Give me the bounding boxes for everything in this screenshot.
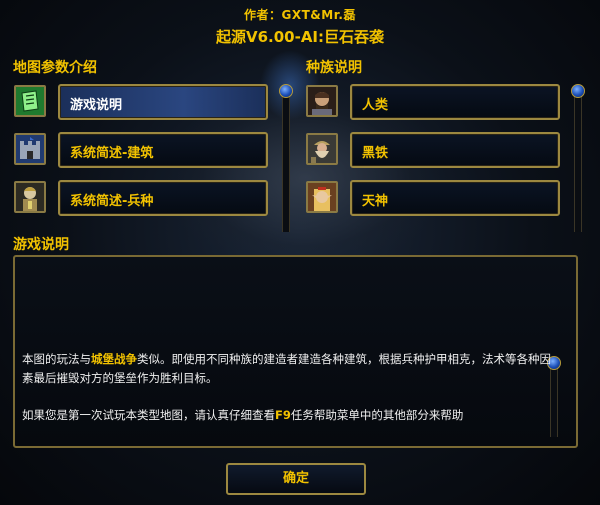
right-panel-title: 种族说明 <box>306 60 362 76</box>
race-item-label: 人类 <box>362 98 389 113</box>
menu-item-units[interactable]: 系统简述-兵种 <box>58 180 268 216</box>
menu-item-label: 系统简述-建筑 <box>70 146 154 161</box>
dwarf-icon <box>306 133 338 165</box>
race-item-dark-iron[interactable]: 黑铁 <box>350 132 560 168</box>
left-panel-title: 地图参数介绍 <box>13 60 97 76</box>
ok-button[interactable]: 确定 <box>226 463 366 495</box>
description-paragraph-1: 本图的玩法与城堡战争类似。即使用不同种族的建造者建造各种建筑，根据兵种护甲相克，… <box>22 352 551 385</box>
race-item-label: 天神 <box>362 194 389 209</box>
race-item-deity[interactable]: 天神 <box>350 180 560 216</box>
map-title: 起源V6.00-AI:巨石吞袭 <box>215 28 385 46</box>
elf-icon <box>306 181 338 213</box>
human-hero-icon <box>306 85 338 117</box>
menu-item-buildings[interactable]: 系统简述-建筑 <box>58 132 268 168</box>
castle-icon <box>14 133 46 165</box>
castle-war-highlight: 城堡战争 <box>91 352 137 366</box>
race-item-human[interactable]: 人类 <box>350 84 560 120</box>
description-title: 游戏说明 <box>13 237 69 253</box>
description-paragraph-2: 如果您是第一次试玩本类型地图，请认真仔细查看F9任务帮助菜单中的其他部分来帮助 <box>22 408 464 422</box>
menu-item-label: 游戏说明 <box>70 98 123 113</box>
description-text: 本图的玩法与城堡战争类似。即使用不同种族的建造者建造各种建筑，根据兵种护甲相克，… <box>22 350 552 425</box>
right-scrollbar[interactable] <box>574 92 582 232</box>
right-scroll-knob[interactable] <box>571 84 585 98</box>
soldier-icon <box>14 181 46 213</box>
race-item-label: 黑铁 <box>362 146 389 161</box>
menu-item-label: 系统简述-兵种 <box>70 194 154 209</box>
green-scroll-icon <box>14 85 46 117</box>
author-text: 作者：GXT&Mr.磊 <box>244 8 356 22</box>
menu-item-game-intro[interactable]: 游戏说明 <box>58 84 268 120</box>
left-scrollbar[interactable] <box>282 92 290 232</box>
f9-highlight: F9 <box>275 408 291 422</box>
